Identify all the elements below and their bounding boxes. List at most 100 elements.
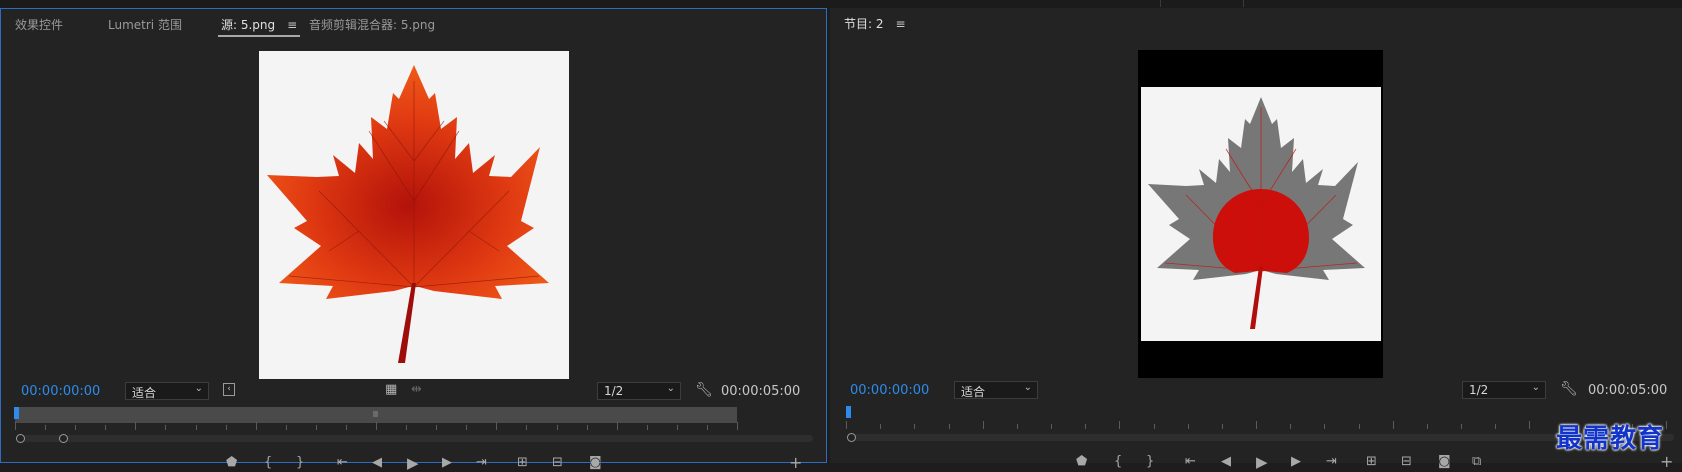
step-forward-icon[interactable]: ▶︎	[1291, 455, 1301, 469]
program-scroll-left-handle[interactable]	[847, 433, 856, 442]
lift-icon[interactable]: ⊞	[1366, 455, 1377, 469]
extract-icon[interactable]: ⊟	[1401, 455, 1412, 469]
step-forward-icon[interactable]: ▶︎	[442, 456, 452, 470]
ruler-tick	[45, 425, 47, 430]
tab-lumetri-scopes[interactable]: Lumetri 范围	[108, 16, 182, 33]
ruler-tick	[15, 422, 16, 430]
source-zoom-scrollbar[interactable]	[21, 435, 813, 442]
ruler-tick	[195, 425, 197, 430]
export-frame-icon[interactable]: ◙	[589, 456, 602, 470]
program-tab-bar: 节目: 2 ≡	[830, 8, 1682, 38]
program-zoom-value: 适合	[961, 385, 986, 399]
program-video-frame	[1138, 50, 1383, 378]
maple-leaf-icon	[267, 65, 549, 363]
tab-source[interactable]: 源: 5.png ≡	[218, 16, 301, 37]
ruler-tick	[376, 422, 377, 430]
source-playhead-timecode[interactable]: 00:00:00:00	[21, 384, 100, 399]
program-frame-content	[1141, 87, 1381, 341]
insert-icon[interactable]: ⊞	[517, 456, 528, 470]
ruler-tick	[948, 424, 950, 429]
wrench-icon[interactable]: 🔧︎	[1560, 381, 1578, 397]
ruler-tick	[1529, 421, 1531, 429]
program-zoom-scrollbar[interactable]	[852, 434, 1674, 441]
mark-in-icon[interactable]: {	[264, 456, 272, 470]
mark-in-icon[interactable]: {	[1114, 455, 1122, 469]
add-marker-icon[interactable]: ⬟	[1076, 455, 1087, 469]
source-scroll-left-handle[interactable]	[16, 434, 25, 443]
ruler-tick	[1358, 424, 1360, 429]
export-frame-icon[interactable]: ◙	[1438, 455, 1451, 469]
source-zoom-select[interactable]: 适合 ⌄	[125, 382, 209, 400]
ruler-tick	[737, 422, 738, 430]
ruler-tick	[225, 425, 227, 430]
drag-video-icon[interactable]: ▦	[385, 382, 397, 397]
source-resolution-select[interactable]: 1/2 ⌄	[597, 382, 681, 400]
ruler-tick	[436, 425, 438, 430]
top-strip	[0, 0, 1682, 8]
chevron-down-icon: ⌄	[1531, 382, 1540, 393]
program-monitor-panel: 节目: 2 ≡ 00:00:00:00 适合 ⌄ 1/2 ⌄ 🔧︎ 00:00:…	[830, 8, 1682, 470]
ruler-tick	[586, 425, 588, 430]
ruler-tick	[466, 425, 468, 430]
panel-menu-icon[interactable]: ≡	[287, 18, 297, 32]
source-time-ruler[interactable]	[15, 414, 738, 430]
add-button-icon[interactable]: +	[789, 455, 802, 471]
comparison-view-icon[interactable]: ⧉	[1472, 455, 1481, 469]
ruler-tick	[616, 422, 618, 430]
tab-program[interactable]: 节目: 2 ≡	[844, 15, 906, 32]
wrench-icon[interactable]: 🔧︎	[695, 382, 713, 398]
maple-leaf-icon	[1148, 97, 1365, 329]
ruler-tick	[135, 422, 137, 430]
chevron-down-icon: ⌄	[1023, 382, 1032, 393]
insert-bracket-icon[interactable]: ‹	[223, 383, 235, 396]
source-video-frame	[259, 51, 569, 379]
chevron-down-icon: ⌄	[194, 383, 203, 394]
ruler-tick	[846, 421, 847, 429]
source-scroll-right-handle[interactable]	[59, 434, 68, 443]
program-zoom-select[interactable]: 适合 ⌄	[954, 381, 1038, 399]
program-resolution-select[interactable]: 1/2 ⌄	[1462, 381, 1546, 399]
ruler-tick	[1290, 424, 1292, 429]
source-duration: 00:00:05:00	[721, 384, 801, 399]
drag-audio-icon[interactable]: ⇹	[411, 382, 422, 397]
mark-out-icon[interactable]: }	[1146, 455, 1154, 469]
program-control-row: 00:00:00:00 适合 ⌄ 1/2 ⌄ 🔧︎ 00:00:05:00	[830, 381, 1682, 401]
ruler-tick	[1051, 424, 1052, 429]
source-tab-bar: 效果控件 Lumetri 范围 源: 5.png ≡ 音频剪辑混合器: 5.png	[1, 9, 826, 39]
add-marker-icon[interactable]: ⬟	[226, 456, 237, 470]
go-to-in-icon[interactable]: ⇤	[337, 456, 348, 470]
ruler-tick	[285, 425, 287, 430]
tab-program-label: 节目: 2	[844, 17, 884, 31]
source-zoom-value: 适合	[132, 386, 157, 400]
add-button-icon[interactable]: +	[1660, 454, 1673, 470]
step-back-icon[interactable]: ◀︎	[1221, 455, 1231, 469]
go-to-out-icon[interactable]: ⇥	[1326, 455, 1337, 469]
ruler-tick	[1324, 424, 1326, 429]
ruler-tick	[1666, 421, 1667, 429]
panel-menu-icon[interactable]: ≡	[896, 17, 906, 31]
tab-effect-controls[interactable]: 效果控件	[15, 16, 63, 33]
source-monitor-panel: 效果控件 Lumetri 范围 源: 5.png ≡ 音频剪辑混合器: 5.png	[0, 8, 827, 471]
program-resolution-value: 1/2	[1469, 383, 1489, 397]
ruler-tick	[1153, 424, 1155, 429]
ruler-tick	[1085, 424, 1087, 429]
go-to-out-icon[interactable]: ⇥	[476, 456, 487, 470]
overwrite-icon[interactable]: ⊟	[552, 456, 563, 470]
play-icon[interactable]: ▶︎	[407, 456, 419, 471]
go-to-in-icon[interactable]: ⇤	[1185, 455, 1196, 469]
ruler-tick	[345, 425, 347, 430]
tab-audio-clip-mixer[interactable]: 音频剪辑混合器: 5.png	[309, 16, 435, 33]
program-playhead-timecode[interactable]: 00:00:00:00	[850, 383, 929, 398]
program-duration: 00:00:05:00	[1588, 383, 1668, 398]
source-control-row: 00:00:00:00 适合 ⌄ ‹ ▦ ⇹ 1/2 ⌄ 🔧︎ 00:00:05:0…	[1, 382, 826, 402]
step-back-icon[interactable]: ◀︎	[372, 456, 382, 470]
ruler-tick	[315, 425, 317, 430]
mark-out-icon[interactable]: }	[296, 456, 304, 470]
play-icon[interactable]: ▶︎	[1256, 455, 1268, 470]
ruler-tick	[496, 422, 498, 430]
source-resolution-value: 1/2	[604, 384, 624, 398]
ruler-tick	[1256, 421, 1257, 429]
ruler-tick	[165, 425, 167, 430]
program-time-ruler[interactable]	[846, 413, 1667, 429]
ruler-tick	[1016, 424, 1018, 429]
